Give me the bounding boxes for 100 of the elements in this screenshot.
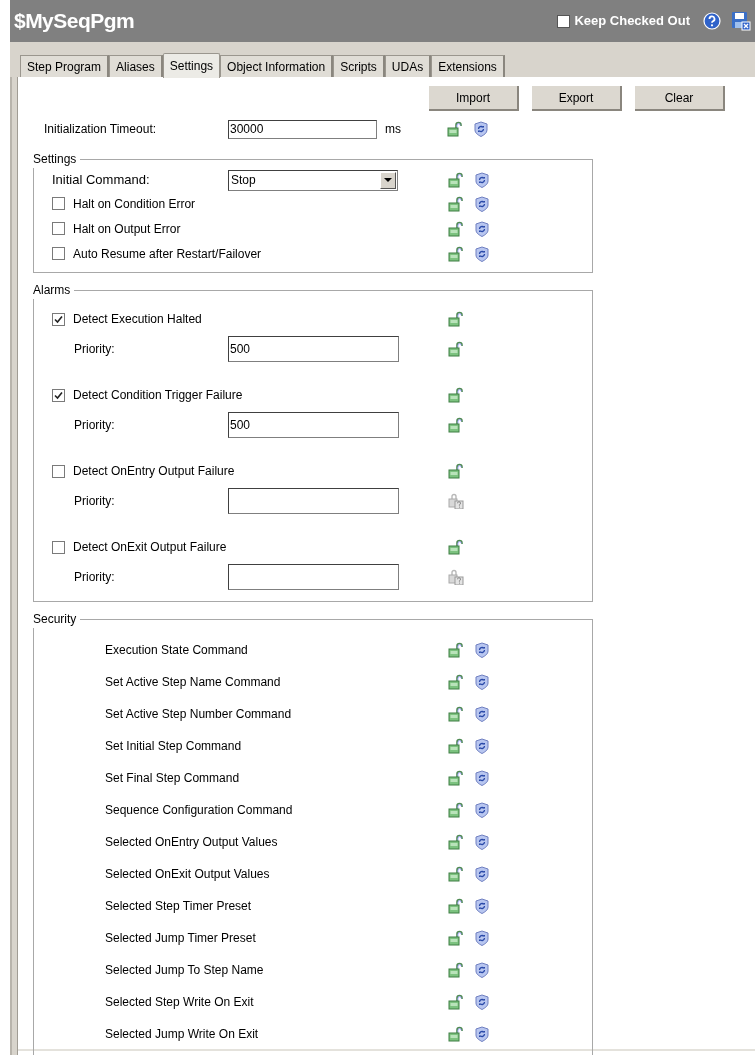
field-label: Initialization Timeout:: [44, 121, 158, 138]
propagate-shield-icon[interactable]: [474, 834, 490, 850]
propagate-shield-icon[interactable]: [474, 1026, 490, 1042]
button[interactable]: Clear: [635, 86, 725, 111]
propagate-shield-icon[interactable]: [474, 866, 490, 882]
field-label: Priority:: [74, 569, 116, 586]
checkbox-label[interactable]: Halt on Output Error: [73, 219, 181, 238]
propagate-shield-icon[interactable]: [474, 898, 490, 914]
permission-label: Set Final Step Command: [105, 770, 241, 787]
unlocked-lock-icon[interactable]: [448, 962, 464, 978]
text-field[interactable]: 500: [228, 336, 399, 362]
checkbox-label[interactable]: Keep Checked Out: [574, 11, 690, 31]
text-field[interactable]: 500: [228, 412, 399, 438]
propagate-shield-icon[interactable]: [474, 930, 490, 946]
text-field[interactable]: [228, 488, 399, 514]
unlocked-lock-icon[interactable]: [448, 866, 464, 882]
propagate-shield-icon[interactable]: [474, 195, 490, 212]
checkbox[interactable]: [52, 247, 65, 260]
tab[interactable]: Extensions: [431, 55, 505, 77]
unlocked-lock-icon[interactable]: [448, 220, 464, 237]
propagate-shield-icon[interactable]: [474, 962, 490, 978]
propagate-shield-icon[interactable]: [474, 220, 490, 237]
caret-icon: [384, 178, 392, 182]
checkbox[interactable]: [52, 312, 65, 326]
permission-label: Selected Jump Timer Preset: [105, 930, 257, 947]
checkbox[interactable]: [52, 540, 65, 554]
group-title: Alarms: [33, 282, 72, 299]
button[interactable]: Export: [532, 86, 622, 111]
permission-label: Selected Step Write On Exit: [105, 994, 255, 1011]
propagate-shield-icon[interactable]: [474, 994, 490, 1010]
save-close-icon[interactable]: [731, 11, 751, 31]
permission-label: Selected OnExit Output Values: [105, 866, 271, 883]
unlocked-lock-icon[interactable]: [448, 417, 464, 433]
unlocked-lock-icon[interactable]: [448, 387, 464, 403]
unlocked-lock-icon[interactable]: [448, 195, 464, 212]
unlocked-lock-icon[interactable]: [448, 930, 464, 946]
grayed-lock-icon[interactable]: [448, 569, 464, 585]
unlocked-lock-icon[interactable]: [448, 463, 464, 479]
propagate-shield-icon[interactable]: [473, 121, 489, 137]
unlocked-lock-icon[interactable]: [448, 738, 464, 754]
checkbox-label[interactable]: Halt on Condition Error: [73, 194, 196, 213]
permission-label: Execution State Command: [105, 642, 249, 659]
tab[interactable]: Step Program: [20, 55, 110, 77]
unlocked-lock-icon[interactable]: [448, 834, 464, 850]
unlocked-lock-icon[interactable]: [448, 642, 464, 658]
checkbox-label[interactable]: Detect Condition Trigger Failure: [73, 386, 243, 404]
unlocked-lock-icon[interactable]: [448, 172, 464, 188]
field-label: Priority:: [74, 341, 116, 358]
propagate-shield-icon[interactable]: [474, 172, 490, 188]
group-title: Security: [33, 611, 78, 628]
button[interactable]: Import: [429, 86, 519, 111]
unlocked-lock-icon[interactable]: [447, 121, 463, 137]
dropdown[interactable]: Stop: [228, 169, 398, 191]
checkbox[interactable]: [52, 388, 65, 402]
group-title: Settings: [33, 151, 78, 168]
checkbox[interactable]: [52, 464, 65, 478]
unlocked-lock-icon[interactable]: [448, 674, 464, 690]
tab[interactable]: UDAs: [384, 55, 432, 77]
unlocked-lock-icon[interactable]: [448, 311, 464, 327]
propagate-shield-icon[interactable]: [474, 738, 490, 754]
checkbox-label[interactable]: Auto Resume after Restart/Failover: [73, 244, 262, 263]
permission-label: Selected Step Timer Preset: [105, 898, 253, 915]
unlocked-lock-icon[interactable]: [448, 1026, 464, 1042]
field-label: Initial Command:: [52, 171, 151, 190]
propagate-shield-icon[interactable]: [474, 642, 490, 658]
checkbox[interactable]: [52, 222, 65, 235]
grayed-lock-icon[interactable]: [448, 493, 464, 509]
propagate-shield-icon[interactable]: [474, 770, 490, 786]
unlocked-lock-icon[interactable]: [448, 770, 464, 786]
window-title: $MySeqPgm: [14, 8, 135, 35]
tab[interactable]: Settings: [162, 53, 221, 78]
unit-label: ms: [385, 121, 402, 138]
help-icon[interactable]: [703, 12, 721, 30]
checkbox-label[interactable]: Detect OnExit Output Failure: [73, 538, 227, 556]
unlocked-lock-icon[interactable]: [448, 539, 464, 555]
checkbox-label[interactable]: Detect OnEntry Output Failure: [73, 462, 235, 480]
permission-label: Sequence Configuration Command: [105, 802, 294, 819]
text-field[interactable]: 30000: [228, 119, 377, 139]
permission-label: Set Active Step Number Command: [105, 706, 293, 723]
text-field[interactable]: [228, 564, 399, 590]
tab[interactable]: Object Information: [220, 55, 334, 77]
tab[interactable]: Scripts: [333, 55, 385, 77]
propagate-shield-icon[interactable]: [474, 706, 490, 722]
propagate-shield-icon[interactable]: [474, 245, 490, 262]
checkbox[interactable]: [52, 197, 65, 210]
unlocked-lock-icon[interactable]: [448, 245, 464, 262]
field-label: Priority:: [74, 493, 116, 510]
unlocked-lock-icon[interactable]: [448, 802, 464, 818]
permission-label: Set Active Step Name Command: [105, 674, 282, 691]
unlocked-lock-icon[interactable]: [448, 341, 464, 357]
permission-label: Selected Jump Write On Exit: [105, 1026, 260, 1043]
unlocked-lock-icon[interactable]: [448, 898, 464, 914]
tab[interactable]: Aliases: [109, 55, 163, 77]
checkbox-label[interactable]: Detect Execution Halted: [73, 310, 202, 328]
permission-label: Selected OnEntry Output Values: [105, 834, 279, 851]
unlocked-lock-icon[interactable]: [448, 994, 464, 1010]
checkbox[interactable]: [557, 14, 571, 28]
propagate-shield-icon[interactable]: [474, 802, 490, 818]
unlocked-lock-icon[interactable]: [448, 706, 464, 722]
propagate-shield-icon[interactable]: [474, 674, 490, 690]
